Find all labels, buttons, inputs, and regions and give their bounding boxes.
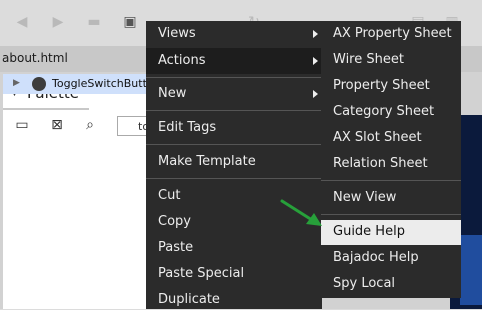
palette-toolbar: ▭ ⊠ ⌕ to [3,116,157,138]
submenu-item-wire-sheet[interactable]: Wire Sheet [333,50,404,70]
submenu-arrow-icon [313,57,318,65]
submenu-item-guide-help[interactable]: Guide Help [333,222,405,242]
menu-item-copy[interactable]: Copy [158,212,191,232]
submenu-item-ax-property-sheet[interactable]: AX Property Sheet [333,24,452,44]
submenu-item-spy-local[interactable]: Spy Local [333,274,395,294]
menu-item-new[interactable]: New [158,84,186,104]
menu-item-cut[interactable]: Cut [158,186,180,206]
tab-title[interactable]: about.html [2,51,68,65]
component-icon [32,77,46,91]
submenu-arrow-icon [313,90,318,98]
menu-item-paste[interactable]: Paste [158,238,193,258]
tree-item-label: ToggleSwitchButto [52,77,154,90]
back-icon[interactable]: ◀ [14,14,30,30]
window-icon[interactable]: ▣ [122,14,138,30]
menu-item-actions[interactable]: Actions [158,51,206,71]
menu-item-paste-special[interactable]: Paste Special [158,264,244,284]
menu-separator [321,180,461,181]
close-palette-icon[interactable]: ⊠ [48,116,66,134]
menu-item-edit-tags[interactable]: Edit Tags [158,118,216,138]
context-menu: Views Actions New Edit Tags Make Templat… [146,21,322,309]
forward-icon[interactable]: ▶ [50,14,66,30]
menu-separator [146,178,322,179]
submenu-item-bajadoc-help[interactable]: Bajadoc Help [333,248,419,268]
annotation-arrow-icon [280,199,322,226]
open-folder-icon[interactable]: ▭ [13,116,31,134]
menu-separator [146,144,322,145]
find-icon[interactable]: ⌕ [81,116,99,134]
folder-icon[interactable]: ▬ [86,14,102,30]
submenu-arrow-icon [313,30,318,38]
submenu-item-ax-slot-sheet[interactable]: AX Slot Sheet [333,128,422,148]
submenu-item-category-sheet[interactable]: Category Sheet [333,102,434,122]
actions-submenu: AX Property Sheet Wire Sheet Property Sh… [321,21,461,298]
menu-item-views[interactable]: Views [158,24,196,44]
submenu-item-new-view[interactable]: New View [333,188,396,208]
menu-separator [146,77,322,78]
tree-row[interactable]: ▶ ToggleSwitchButto [3,74,154,94]
menu-separator [321,214,461,215]
menu-item-make-template[interactable]: Make Template [158,152,256,172]
expand-icon[interactable]: ▶ [13,78,20,88]
submenu-item-property-sheet[interactable]: Property Sheet [333,76,430,96]
menu-item-duplicate[interactable]: Duplicate [158,290,220,310]
menu-separator [146,110,322,111]
submenu-item-relation-sheet[interactable]: Relation Sheet [333,154,428,174]
palette-panel: ▼ Palette ▭ ⊠ ⌕ to [3,78,157,309]
